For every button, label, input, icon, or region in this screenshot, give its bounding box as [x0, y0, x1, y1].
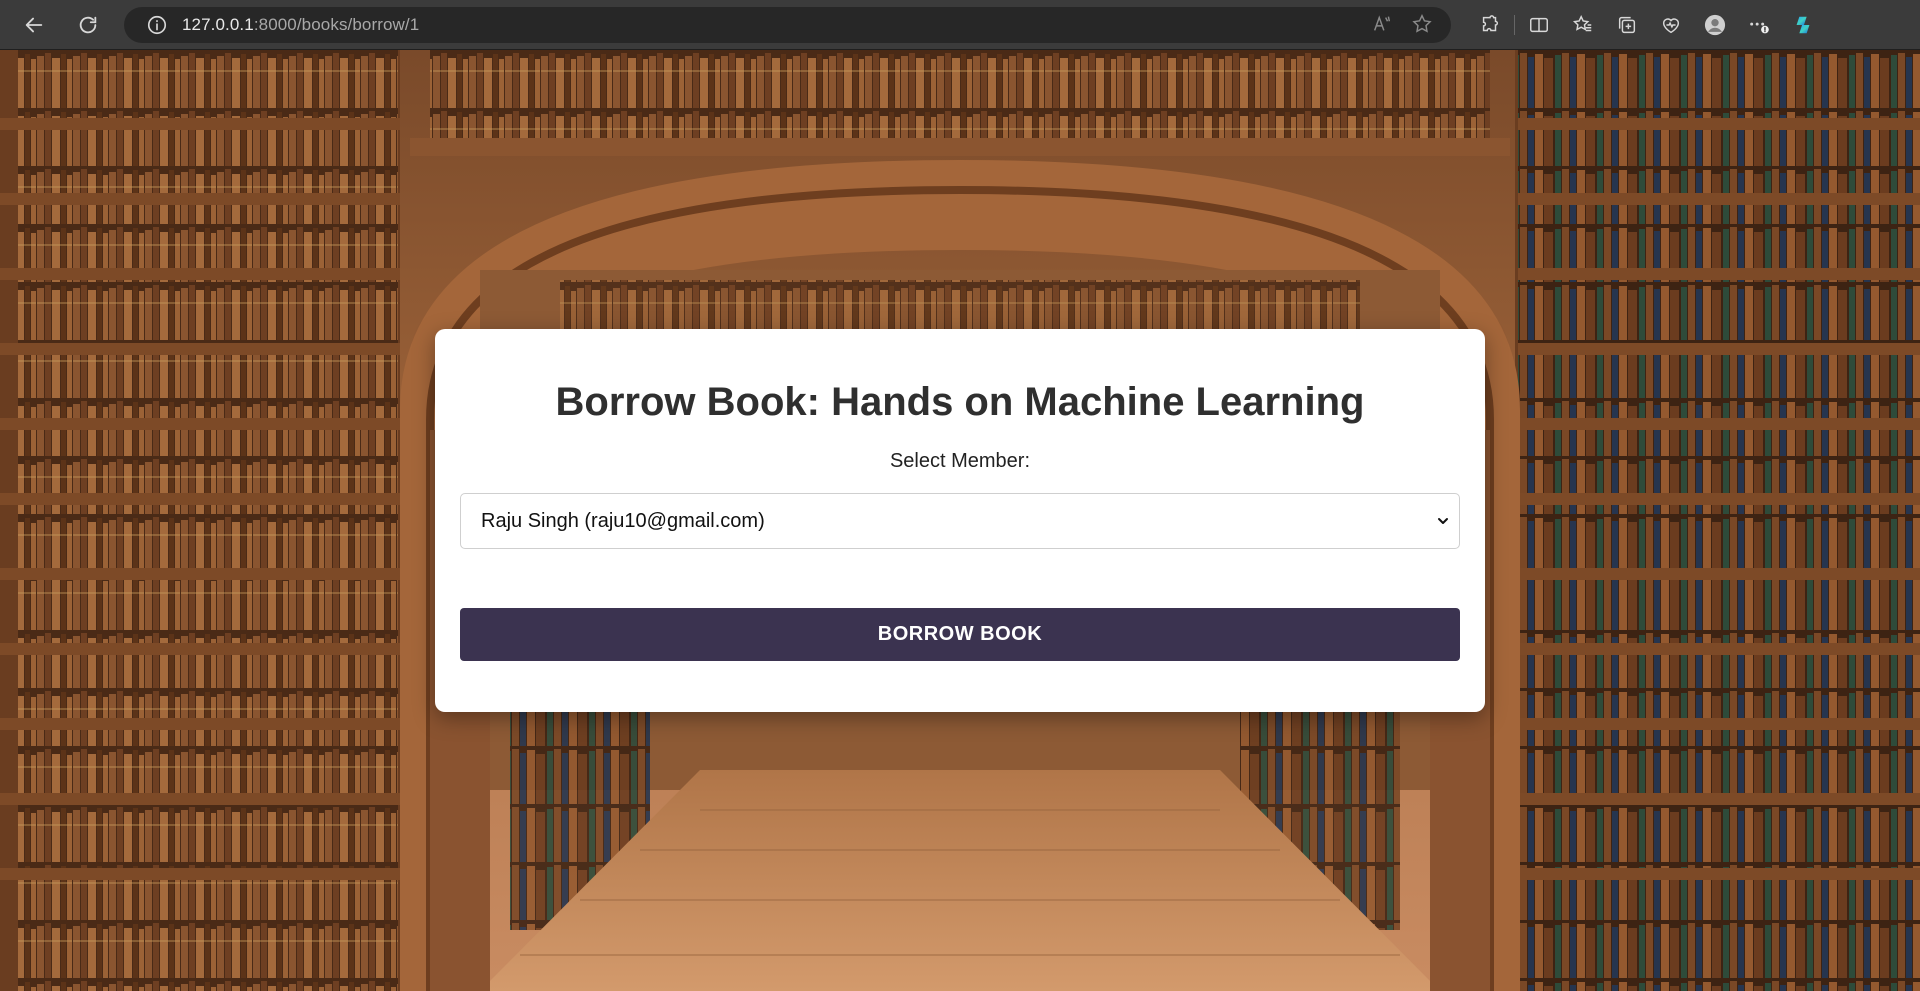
extensions-button[interactable]: [1468, 7, 1512, 43]
heart-pulse-icon: [1662, 18, 1680, 34]
split-screen-button[interactable]: [1517, 7, 1561, 43]
select-member-label: Select Member:: [889, 450, 1031, 472]
more-icon: [1750, 22, 1769, 34]
info-icon[interactable]: [146, 14, 168, 36]
browser-toolbar: 127.0.0.1:8000/books/borrow/1: [0, 0, 1920, 50]
browser-essentials-button[interactable]: [1649, 7, 1693, 43]
address-bar[interactable]: 127.0.0.1:8000/books/borrow/1: [124, 7, 1451, 43]
url-path: :8000/books/borrow/1: [253, 15, 420, 34]
page-title: Borrow Book: Hands on Machine Learning: [555, 380, 1365, 424]
member-select[interactable]: Raju Singh (raju10@gmail.com): [460, 493, 1460, 549]
favorites-button[interactable]: [1561, 7, 1605, 43]
star-icon[interactable]: [1411, 13, 1433, 35]
settings-menu-button[interactable]: [1737, 7, 1781, 43]
read-aloud-icon[interactable]: [1371, 13, 1393, 35]
borrow-book-button[interactable]: BORROW BOOK: [460, 608, 1460, 661]
collections-button[interactable]: [1605, 7, 1649, 43]
refresh-icon: [79, 16, 97, 33]
url-text[interactable]: 127.0.0.1:8000/books/borrow/1: [182, 15, 419, 35]
toolbar-divider: [1514, 15, 1515, 35]
profile-button[interactable]: [1693, 7, 1737, 43]
browser-toolbar-icons: [1468, 7, 1825, 43]
member-select-value: Raju Singh (raju10@gmail.com): [481, 509, 765, 532]
refresh-button[interactable]: [68, 7, 108, 43]
collections-icon: [1618, 16, 1636, 34]
puzzle-icon: [1482, 15, 1499, 32]
page-content: Borrow Book: Hands on Machine Learning S…: [0, 50, 1920, 991]
copilot-button[interactable]: [1781, 7, 1825, 43]
url-host: 127.0.0.1: [182, 15, 254, 34]
copilot-icon: [1796, 16, 1810, 34]
favorites-icon: [1572, 15, 1592, 32]
arrow-left-icon: [25, 17, 43, 32]
back-button[interactable]: [14, 7, 54, 43]
chevron-down-icon: [1438, 518, 1448, 524]
split-screen-icon: [1530, 17, 1548, 33]
avatar-icon: [1704, 14, 1726, 36]
borrow-form-card: Borrow Book: Hands on Machine Learning S…: [435, 329, 1485, 712]
